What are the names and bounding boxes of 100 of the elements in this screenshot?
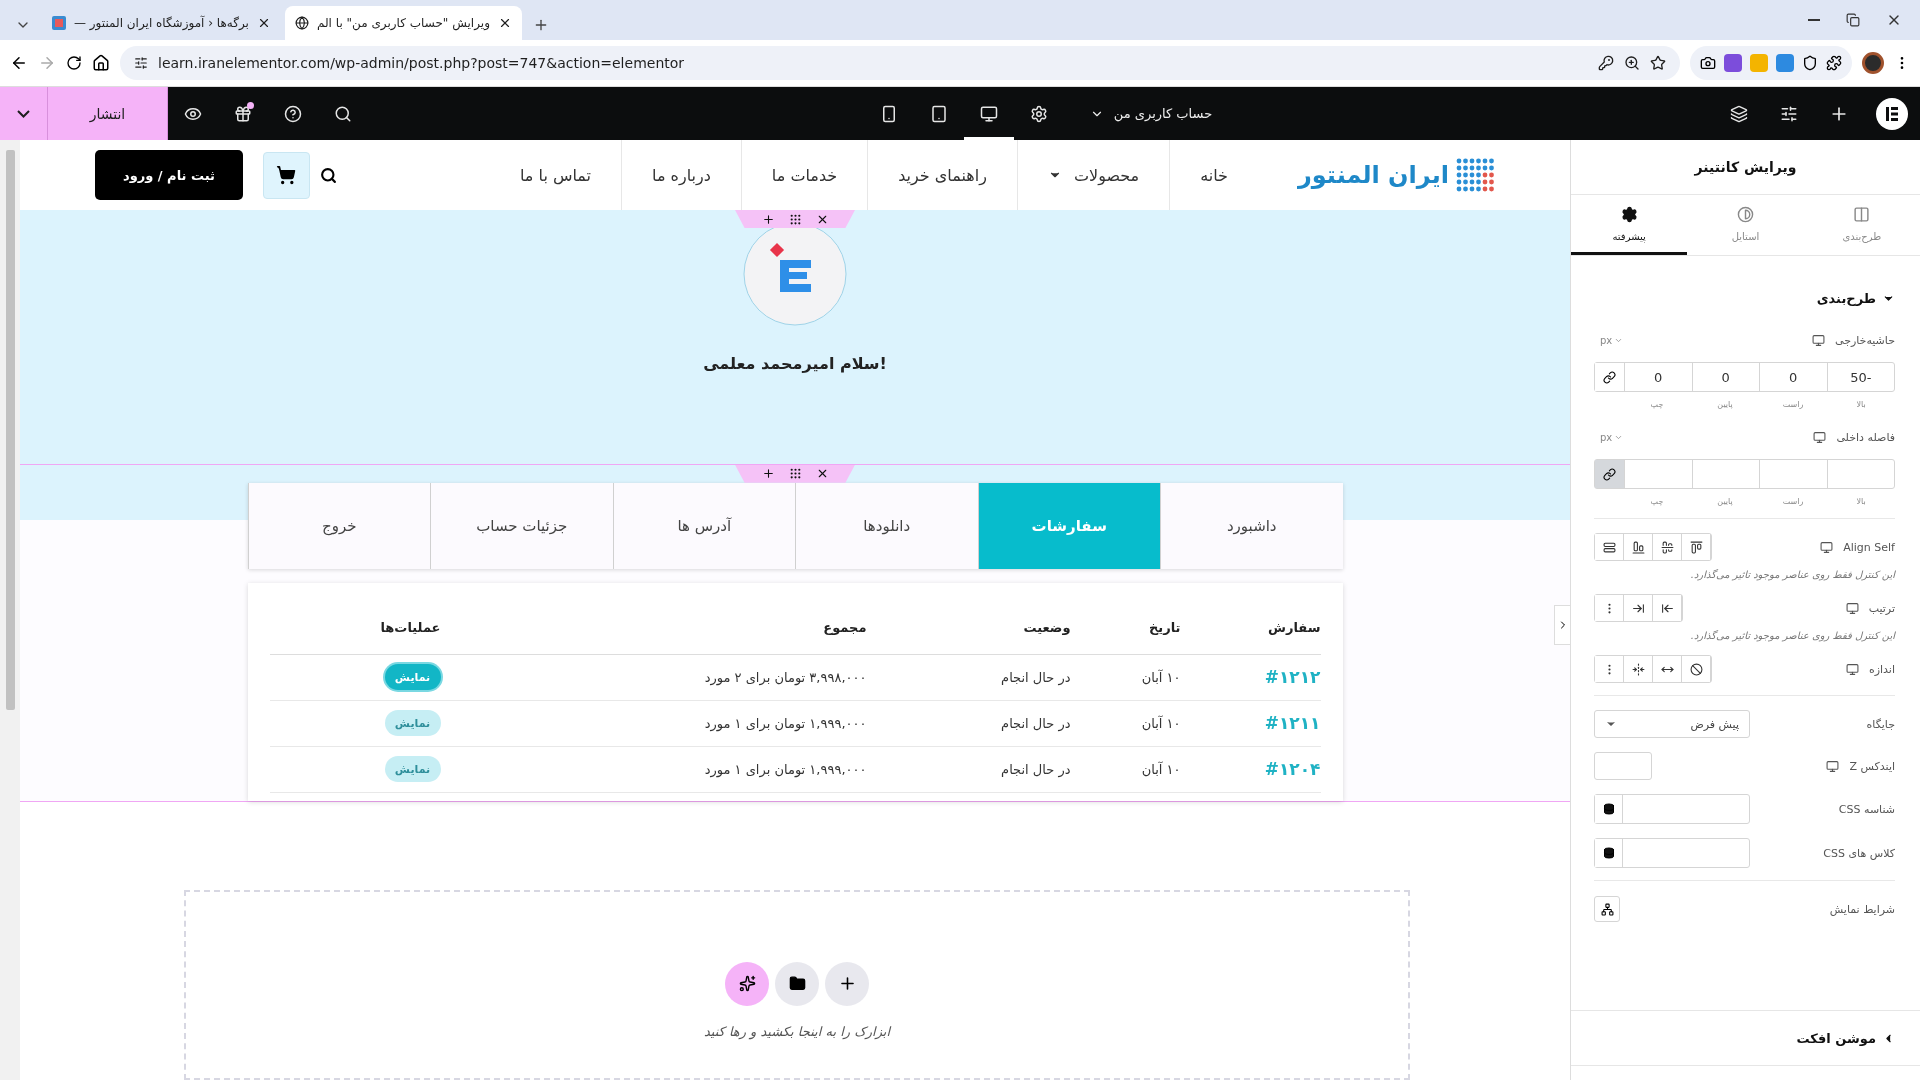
number-field[interactable] [1594,752,1652,780]
table-cell-text: ۱,۹۹۹,۰۰۰ تومان برای ۱ مورد [703,761,867,777]
extension-icon[interactable] [1724,54,1742,72]
position-select[interactable]: پیش فرض [1594,710,1750,738]
column-header: عملیات‌ها [379,619,441,635]
cart-icon [276,165,297,185]
shrink-icon [1631,662,1645,676]
template-library-button[interactable] [775,961,819,1006]
browser-tab[interactable]: برگه‌ها ‹ آموزشگاه ایران المنتور — [42,6,281,40]
grid-favicon-icon [52,16,66,30]
dot-grid-logo-icon [1455,157,1495,193]
section-header[interactable]: طرح‌بندی [1571,270,1920,326]
account-tab[interactable]: آدرس ها [612,482,795,569]
hierarchy-icon [1600,902,1614,916]
column-header: سفارش [1267,619,1321,635]
sliders-icon [1780,104,1798,123]
home-icon [92,54,110,72]
table-cell-text: در حال انجام [1000,715,1071,731]
panel-tab[interactable]: استایل [1687,195,1804,255]
align-bottom-icon [1631,540,1645,554]
plus-icon [761,467,775,481]
dimension-field[interactable]: 0 [1691,363,1759,391]
shield-icon [1802,55,1818,71]
layers-icon [1730,104,1748,123]
conditions-button[interactable] [1594,896,1620,922]
folder-icon [788,975,806,993]
column-header: مجموع [822,619,867,635]
account-tab[interactable]: داشبورد [1160,482,1343,569]
login-button[interactable]: ثبت نام / ورود [95,150,243,200]
panel-tab[interactable]: پیشرفته [1571,195,1688,255]
panel-title: ویرایش کانتینر [1571,140,1920,195]
account-tab[interactable]: خروج [247,482,430,569]
side-label: چپ [1649,497,1665,506]
side-label: پایین [1716,497,1734,506]
unit-selector[interactable]: px [1594,430,1630,444]
greeting-text: سلام امیرمحمد معلمی! [703,354,887,373]
ai-button[interactable] [725,961,769,1006]
section-header[interactable]: موشن افکت [1571,1010,1920,1066]
ban-icon [1689,662,1703,676]
control-label: Align Self [1843,540,1895,554]
profile-avatar[interactable] [1862,52,1884,74]
control-label: جایگاه [1866,717,1895,731]
active-browser-tab[interactable]: ویرایش "حساب کاربری من" با الم [284,6,522,40]
panel-tab[interactable]: طرح‌بندی [1803,195,1920,255]
text-field[interactable] [1594,838,1750,868]
stretch-icon [1602,540,1616,554]
gift-icon [234,104,252,123]
scrollbar-thumb[interactable] [5,150,15,710]
table-cell-text: ۱,۹۹۹,۰۰۰ تومان برای ۱ مورد [703,715,867,731]
table-cell-text: ۱۰ آبان [1140,761,1181,777]
camera-icon [1700,55,1716,71]
link-icon [1603,467,1616,481]
panel-toggle-button[interactable] [1554,605,1570,645]
account-tab[interactable]: جزئیات حساب [430,482,613,569]
page-title-dropdown[interactable]: حساب کاربری من [1083,105,1219,122]
control-label: شرایط نمایش [1829,902,1895,916]
control-label: کلاس های CSS [1823,846,1895,860]
restore-icon [1846,13,1860,27]
zoom-icon [1624,55,1640,71]
address-field[interactable]: learn.iranelementor.com/wp-admin/post.php?post=747&action=elementor [120,46,1680,80]
star-icon [1650,55,1666,71]
link-button[interactable] [1595,460,1624,488]
search-icon [334,104,352,123]
hint-text: این کنترل فقط روی عناصر موجود تاثیر می‌گذارد. [1689,569,1895,580]
drop-hint-text: ابزارک را به اینجا بکشید و رها کنید [703,1023,891,1039]
dimension-field[interactable]: 0 [1759,363,1827,391]
gear-icon [1620,205,1638,223]
site-logo-text[interactable]: ایران المنتور [1297,161,1449,189]
align-top-icon [1689,540,1703,554]
publish-button[interactable]: انتشار [48,87,168,140]
cart-button[interactable] [262,151,310,199]
key-icon [1598,55,1614,71]
settings-icon [1029,104,1048,123]
dynamic-tags-button[interactable] [1595,839,1623,867]
database-icon [1602,847,1615,859]
unit-selector[interactable]: px [1594,333,1630,347]
columns-icon [1853,205,1871,223]
arrow-to-line-icon [1660,601,1674,615]
reload-icon [66,55,82,71]
align-center-icon [1660,540,1674,554]
dimension-field[interactable]: 50- [1826,363,1894,391]
stretch-button[interactable] [1595,534,1624,560]
table-cell-text: ۱۰ آبان [1140,669,1181,685]
arrow-to-line-icon [1631,601,1645,615]
text-field[interactable] [1594,794,1750,824]
control-label: اندازه [1868,662,1895,676]
help-icon [284,104,302,123]
control-label: ایندکس Z [1849,759,1895,773]
table-cell-text: ۳,۹۹۸,۰۰۰ تومان برای ۲ مورد [703,669,867,685]
side-label: چپ [1649,400,1665,409]
control-label: ترتیب [1868,601,1895,615]
side-label: راست [1781,497,1805,506]
side-label: بالا [1855,497,1867,506]
control-label: حاشیه‌خارجی [1834,333,1895,347]
nav-link[interactable]: خانه [1170,140,1258,210]
account-tab[interactable]: دانلودها [795,482,978,569]
back-icon [10,54,28,72]
elementor-logo-icon[interactable] [1876,97,1908,130]
forward-icon [38,54,56,72]
dynamic-tags-button[interactable] [1595,795,1623,823]
